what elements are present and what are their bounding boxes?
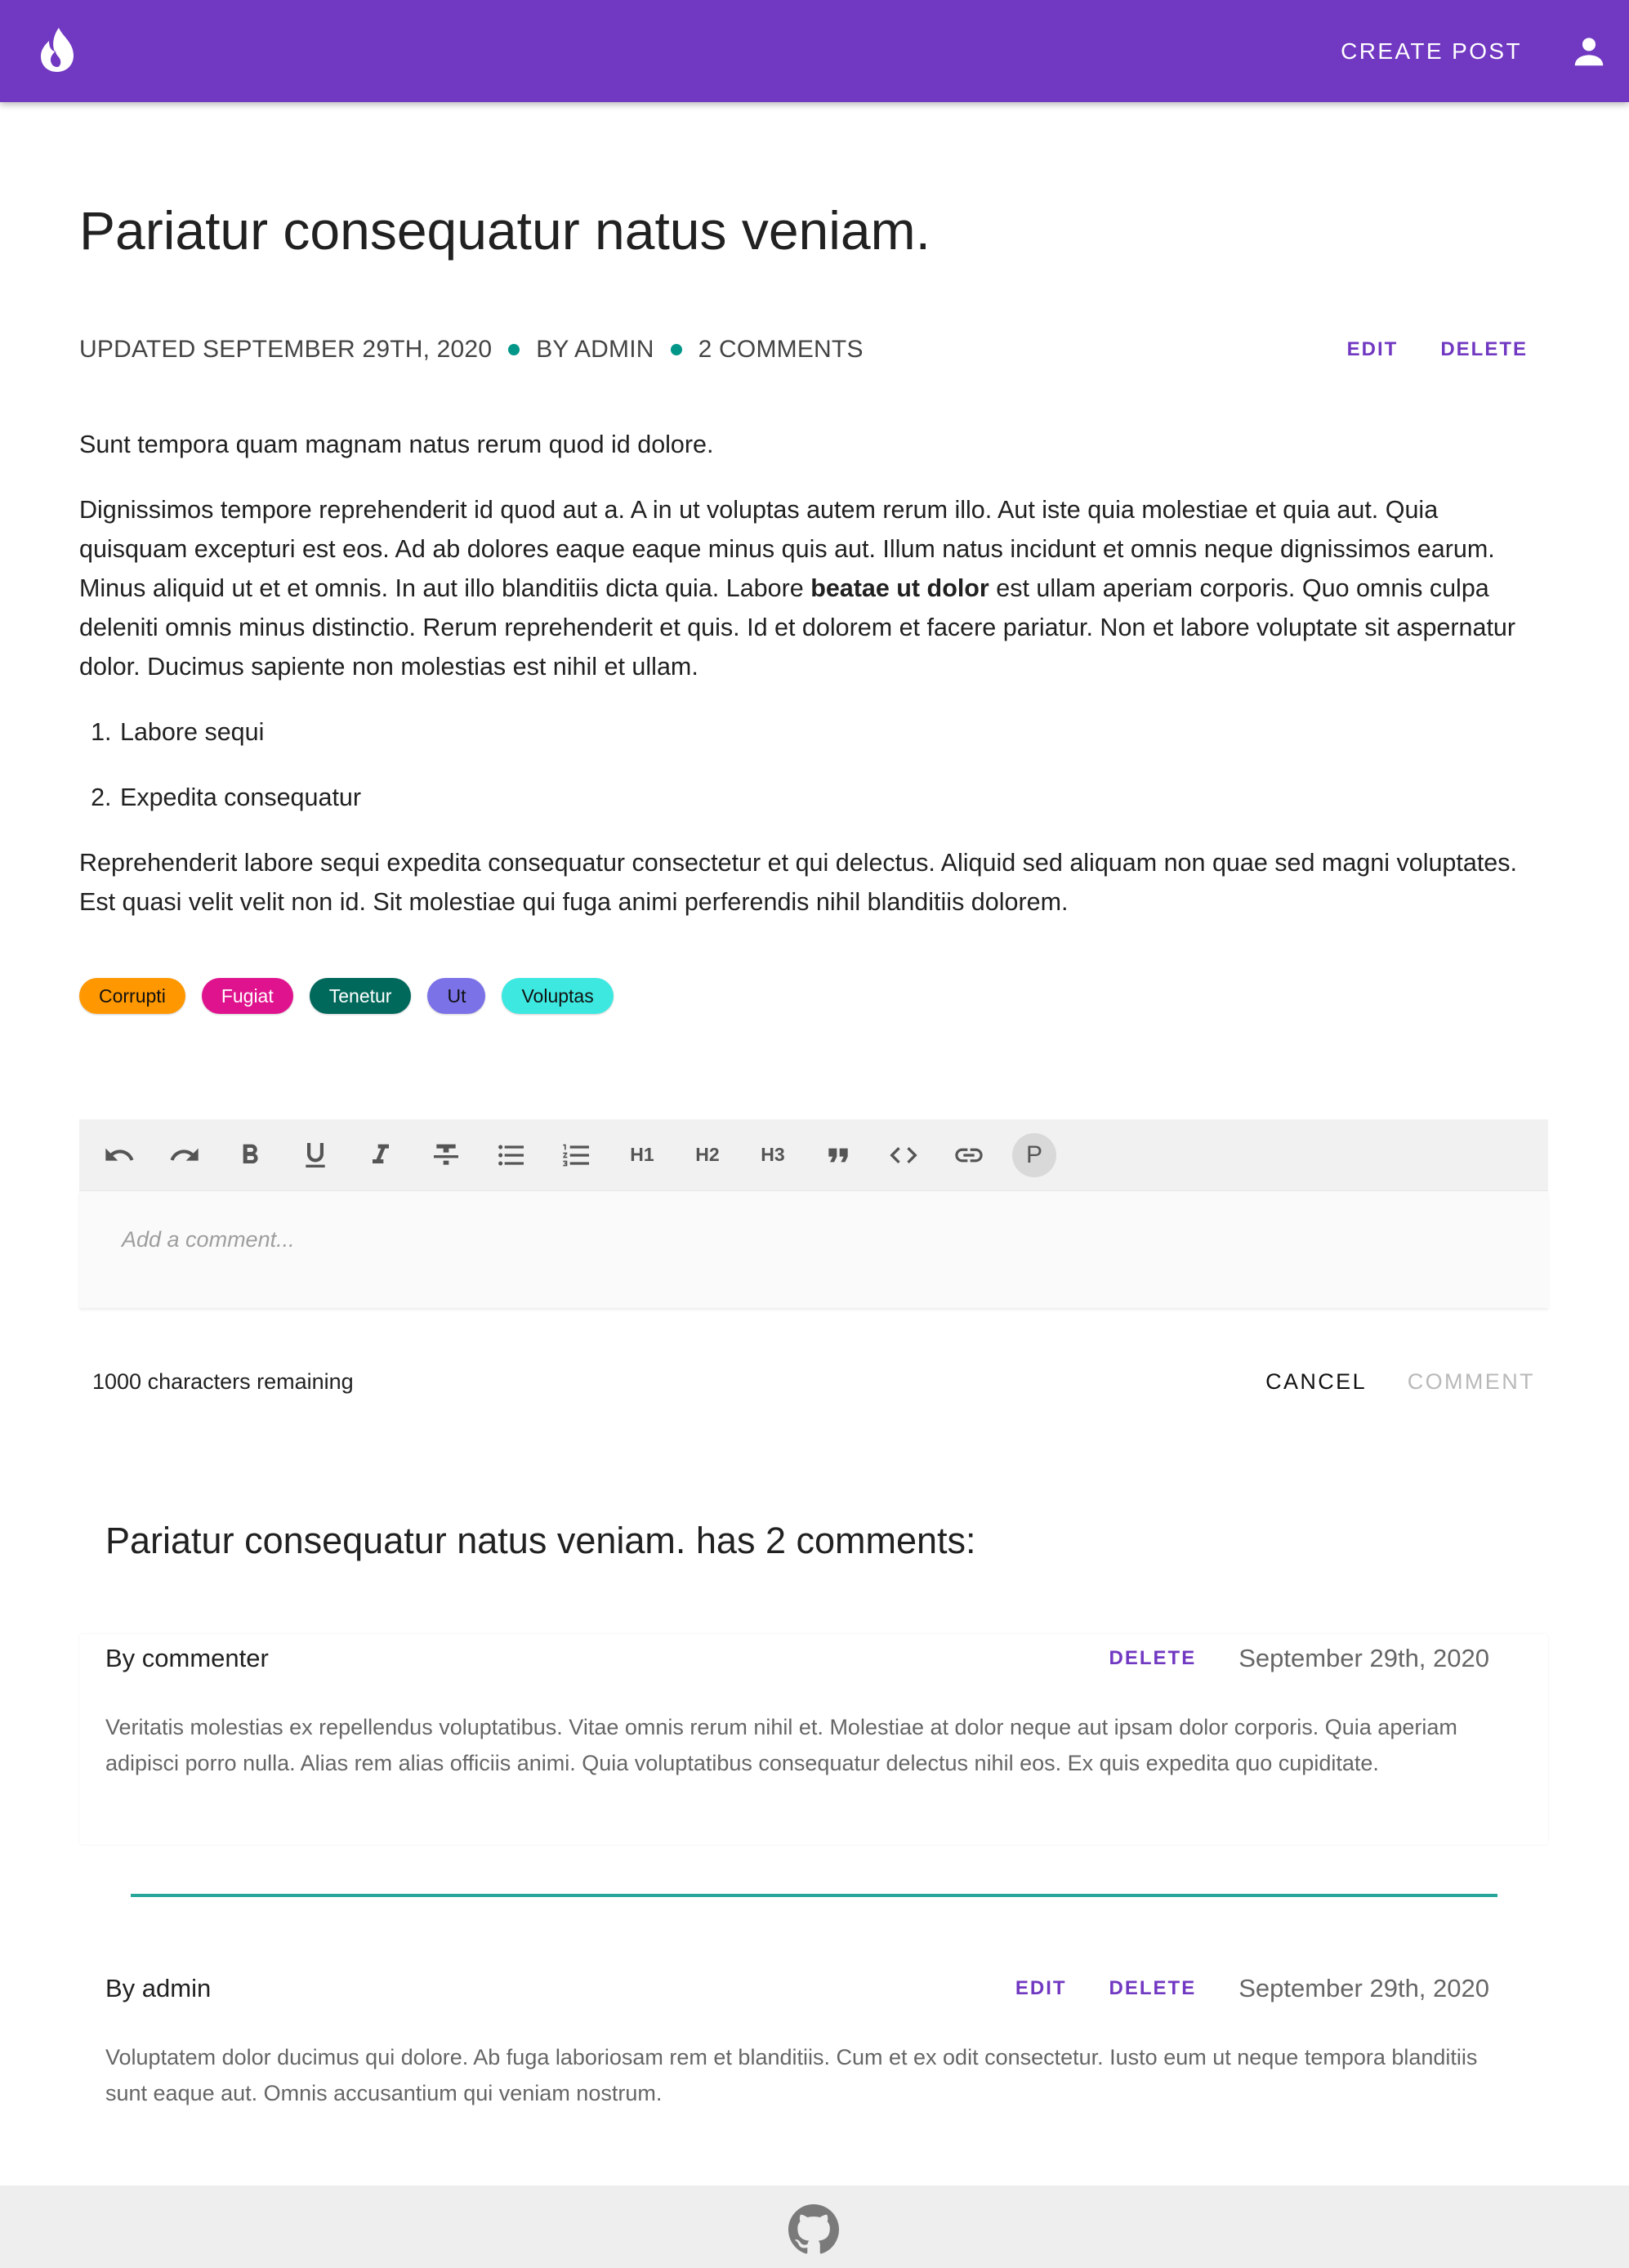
- tag-chip[interactable]: Tenetur: [309, 978, 412, 1014]
- delete-post-button[interactable]: DELETE: [1440, 338, 1528, 361]
- meta-separator-dot: [508, 344, 520, 355]
- flame-icon[interactable]: [38, 26, 77, 74]
- undo-icon[interactable]: [97, 1133, 141, 1177]
- post-comment-count[interactable]: 2 COMMENTS: [698, 336, 864, 364]
- list-item: Expedita consequatur: [118, 778, 1533, 817]
- post-meta: UPDATED SEPTEMBER 29TH, 2020 BY ADMIN 2 …: [79, 333, 864, 366]
- bold-icon[interactable]: [228, 1133, 272, 1177]
- comment-date: September 29th, 2020: [1238, 1974, 1489, 2002]
- comment-card: By admin EDIT DELETE September 29th, 202…: [79, 1964, 1548, 2127]
- edit-post-button[interactable]: EDIT: [1347, 338, 1399, 361]
- bullet-list-icon[interactable]: [489, 1133, 533, 1177]
- comments-heading: Pariatur consequatur natus veniam. has 2…: [105, 1520, 976, 1561]
- post-author: BY ADMIN: [536, 336, 654, 363]
- post-paragraph: Dignissimos tempore reprehenderit id quo…: [79, 490, 1533, 686]
- comment-editor: H1 H2 H3 P Add a comment...: [79, 1119, 1548, 1308]
- comment-text: Veritatis molestias ex repellendus volup…: [105, 1715, 1457, 1775]
- editor-toolbar: H1 H2 H3 P: [79, 1119, 1548, 1191]
- account-icon[interactable]: [1570, 33, 1608, 70]
- paragraph-button[interactable]: P: [1012, 1132, 1056, 1177]
- list-item: Labore sequi: [118, 712, 1533, 752]
- characters-remaining: 1000 characters remaining: [92, 1369, 354, 1394]
- redo-icon[interactable]: [163, 1133, 207, 1177]
- comment-author: By commenter: [105, 1644, 269, 1672]
- tag-chip[interactable]: Corrupti: [79, 978, 185, 1014]
- italic-icon[interactable]: [359, 1133, 403, 1177]
- heading-1-button[interactable]: H1: [620, 1133, 664, 1177]
- page-footer: [0, 2185, 1629, 2268]
- comment-author: By admin: [105, 1974, 212, 2002]
- paragraph-label: P: [1025, 1141, 1042, 1168]
- tag-list: Corrupti Fugiat Tenetur Ut Voluptas: [79, 978, 614, 1014]
- tag-chip[interactable]: Fugiat: [201, 978, 293, 1014]
- underline-icon[interactable]: [293, 1133, 337, 1177]
- comment-card: By commenter DELETE September 29th, 2020…: [79, 1634, 1548, 1845]
- comment-actions: EDIT DELETE September 29th, 2020: [1015, 1974, 1489, 2003]
- heading-2-button[interactable]: H2: [685, 1133, 730, 1177]
- post-paragraph: Reprehenderit labore sequi expedita cons…: [79, 849, 1517, 916]
- cancel-button[interactable]: CANCEL: [1265, 1369, 1367, 1395]
- delete-comment-button[interactable]: DELETE: [1109, 1647, 1197, 1670]
- strikethrough-icon[interactable]: [424, 1133, 468, 1177]
- comment-actions: DELETE September 29th, 2020: [1109, 1644, 1489, 1673]
- numbered-list: Labore sequi Expedita consequatur: [79, 712, 1533, 817]
- comment-submit-button[interactable]: COMMENT: [1408, 1369, 1535, 1395]
- comment-date: September 29th, 2020: [1238, 1644, 1489, 1672]
- link-icon[interactable]: [947, 1133, 991, 1177]
- comment-input[interactable]: Add a comment...: [79, 1191, 1548, 1308]
- post-updated-date: UPDATED SEPTEMBER 29TH, 2020: [79, 336, 493, 363]
- edit-comment-button[interactable]: EDIT: [1015, 1977, 1067, 2000]
- github-icon[interactable]: [788, 2204, 839, 2255]
- tag-chip[interactable]: Voluptas: [502, 978, 614, 1014]
- delete-comment-button[interactable]: DELETE: [1109, 1977, 1197, 2000]
- editor-footer: 1000 characters remaining CANCEL COMMENT: [79, 1366, 1548, 1399]
- post-paragraph: Sunt tempora quam magnam natus rerum quo…: [79, 431, 714, 458]
- heading-3-button[interactable]: H3: [751, 1133, 795, 1177]
- post-actions: EDIT DELETE: [1347, 338, 1528, 361]
- post-body: Sunt tempora quam magnam natus rerum quo…: [79, 425, 1533, 948]
- app-bar: CREATE POST: [0, 0, 1629, 102]
- post-title: Pariatur consequatur natus veniam.: [79, 200, 931, 261]
- bold-text: beatae ut dolor: [810, 574, 989, 602]
- comment-placeholder: Add a comment...: [122, 1227, 295, 1252]
- comment-text: Voluptatem dolor ducimus qui dolore. Ab …: [105, 2045, 1478, 2105]
- meta-separator-dot: [670, 344, 682, 355]
- comment-divider: [131, 1894, 1497, 1897]
- quote-icon[interactable]: [816, 1133, 860, 1177]
- code-icon[interactable]: [881, 1133, 926, 1177]
- numbered-list-icon[interactable]: [555, 1133, 599, 1177]
- create-post-button[interactable]: CREATE POST: [1341, 38, 1522, 65]
- tag-chip[interactable]: Ut: [427, 978, 486, 1014]
